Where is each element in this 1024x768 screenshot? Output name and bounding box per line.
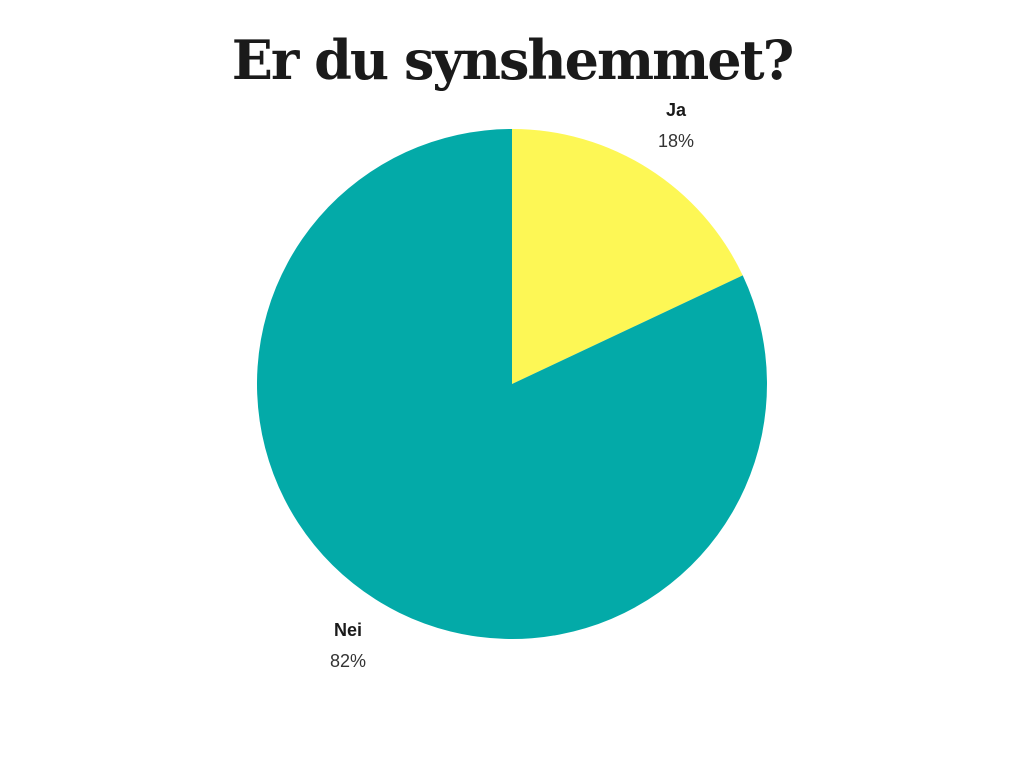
slice-value-ja: 18%: [658, 131, 694, 151]
slice-label-ja: Ja: [666, 100, 687, 120]
slice-label-nei: Nei: [334, 620, 362, 640]
pie-chart: Ja 18% Nei 82%: [257, 100, 767, 671]
slice-value-nei: 82%: [330, 651, 366, 671]
